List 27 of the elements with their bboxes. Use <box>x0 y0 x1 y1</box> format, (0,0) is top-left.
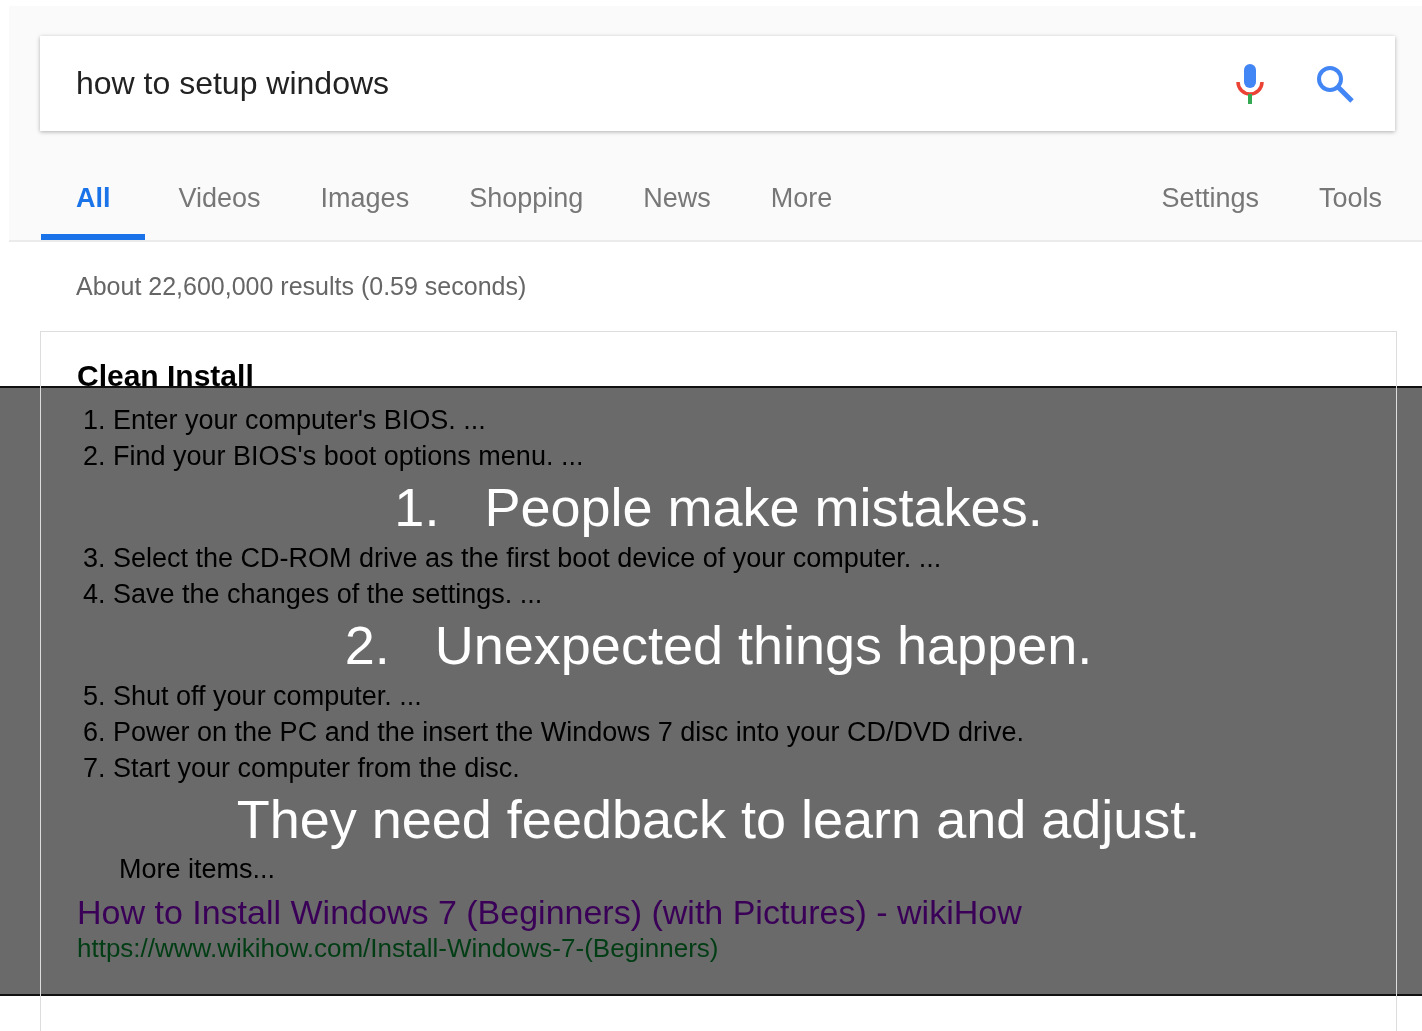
snippet-step: 6. Power on the PC and the insert the Windows 7 disc into your CD/DVD drive. <box>83 714 1396 750</box>
microphone-icon[interactable] <box>1233 61 1267 106</box>
search-tab[interactable]: News <box>643 171 711 240</box>
snippet-step: 4. Save the changes of the settings. ... <box>83 576 1396 612</box>
snippet-step: 1. Enter your computer's BIOS. ... <box>83 402 1396 438</box>
more-items-link[interactable]: More items... <box>119 852 276 886</box>
overlay-conclusion: They need feedback to learn and adjust. <box>236 788 1201 851</box>
search-tab[interactable]: Images <box>320 171 410 240</box>
search-field[interactable]: how to setup windows <box>40 36 1395 131</box>
overlay-point: 1. People make mistakes. <box>394 476 1043 539</box>
snippet-step: 3. Select the CD-ROM drive as the first boot device of your computer. ... <box>83 540 1396 576</box>
result-url: https://www.wikihow.com/Install-Windows-7-(Beginners) <box>77 932 719 964</box>
search-query: how to setup windows <box>76 65 391 102</box>
search-tab[interactable]: Shopping <box>469 171 584 240</box>
search-tab[interactable]: Videos <box>178 171 261 240</box>
overlay-point: 2. Unexpected things happen. <box>344 614 1093 677</box>
search-tab[interactable]: Settings <box>1161 171 1259 240</box>
search-tab[interactable]: Tools <box>1318 171 1382 240</box>
result-stats: About 22,600,000 results (0.59 seconds) <box>76 272 528 301</box>
search-tab[interactable]: More <box>770 171 833 240</box>
snippet-heading: Clean Install <box>77 358 255 394</box>
snippet-step: 7. Start your computer from the disc. <box>83 750 1396 786</box>
snippet-step: 5. Shut off your computer. ... <box>83 678 1396 714</box>
search-tab[interactable]: All <box>41 171 145 240</box>
search-icon[interactable] <box>1315 63 1355 104</box>
snippet-step: 2. Find your BIOS's boot options menu. ... <box>83 438 1396 474</box>
result-title-link[interactable]: How to Install Windows 7 (Beginners) (with Pictures) - wikiHow <box>77 892 1022 932</box>
